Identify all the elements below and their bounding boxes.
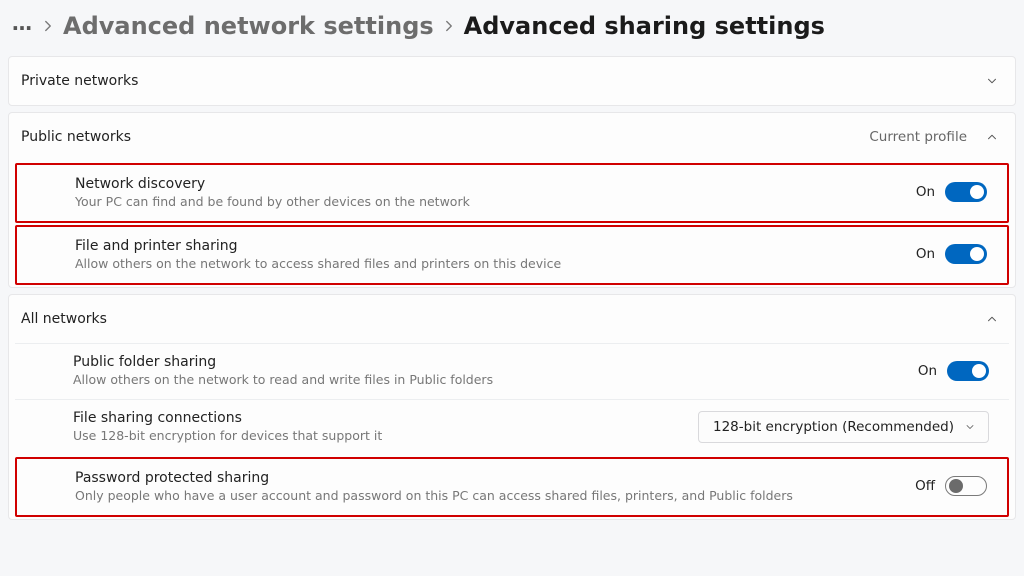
setting-description: Use 128-bit encryption for devices that … <box>73 428 382 443</box>
toggle-state-label: On <box>916 184 935 200</box>
highlight-box: File and printer sharing Allow others on… <box>15 225 1009 285</box>
section-private-networks: Private networks <box>8 56 1016 106</box>
toggle-state-label: On <box>916 246 935 262</box>
chevron-right-icon <box>39 17 57 35</box>
chevron-right-icon <box>440 17 458 35</box>
setting-description: Allow others on the network to read and … <box>73 372 493 387</box>
setting-file-printer-sharing: File and printer sharing Allow others on… <box>17 227 1007 283</box>
breadcrumb-overflow-button[interactable]: … <box>12 13 33 33</box>
file-printer-sharing-toggle[interactable] <box>945 244 987 264</box>
setting-description: Only people who have a user account and … <box>75 488 793 503</box>
network-discovery-toggle[interactable] <box>945 182 987 202</box>
section-title: Public networks <box>21 129 131 145</box>
chevron-down-icon <box>985 74 999 88</box>
setting-description: Allow others on the network to access sh… <box>75 256 561 271</box>
current-profile-badge: Current profile <box>869 129 967 145</box>
setting-network-discovery: Network discovery Your PC can find and b… <box>17 165 1007 221</box>
chevron-up-icon <box>985 312 999 326</box>
section-all-networks: All networks Public folder sharing Allow… <box>8 294 1016 520</box>
section-public-networks: Public networks Current profile Network … <box>8 112 1016 288</box>
toggle-state-label: On <box>918 363 937 379</box>
encryption-dropdown[interactable]: 128-bit encryption (Recommended) <box>698 411 989 443</box>
setting-description: Your PC can find and be found by other d… <box>75 194 470 209</box>
highlight-box: Password protected sharing Only people w… <box>15 457 1009 517</box>
section-header-private[interactable]: Private networks <box>9 57 1015 105</box>
highlight-box: Network discovery Your PC can find and b… <box>15 163 1009 223</box>
public-folder-sharing-toggle[interactable] <box>947 361 989 381</box>
chevron-up-icon <box>985 130 999 144</box>
setting-password-protected-sharing: Password protected sharing Only people w… <box>17 459 1007 515</box>
setting-label: Password protected sharing <box>75 470 793 486</box>
section-header-public[interactable]: Public networks Current profile <box>9 113 1015 161</box>
page-title: Advanced sharing settings <box>464 12 825 40</box>
setting-label: File and printer sharing <box>75 238 561 254</box>
setting-label: Public folder sharing <box>73 354 493 370</box>
section-title: Private networks <box>21 73 138 89</box>
section-title: All networks <box>21 311 107 327</box>
chevron-down-icon <box>964 421 976 433</box>
setting-label: File sharing connections <box>73 410 382 426</box>
password-protected-sharing-toggle[interactable] <box>945 476 987 496</box>
setting-file-sharing-connections: File sharing connections Use 128-bit enc… <box>15 399 1009 455</box>
breadcrumb-parent[interactable]: Advanced network settings <box>63 12 434 40</box>
breadcrumb: … Advanced network settings Advanced sha… <box>0 0 1024 56</box>
setting-label: Network discovery <box>75 176 470 192</box>
section-header-all[interactable]: All networks <box>9 295 1015 343</box>
toggle-state-label: Off <box>915 478 935 494</box>
setting-public-folder-sharing: Public folder sharing Allow others on th… <box>15 343 1009 399</box>
dropdown-selected-value: 128-bit encryption (Recommended) <box>713 419 954 435</box>
